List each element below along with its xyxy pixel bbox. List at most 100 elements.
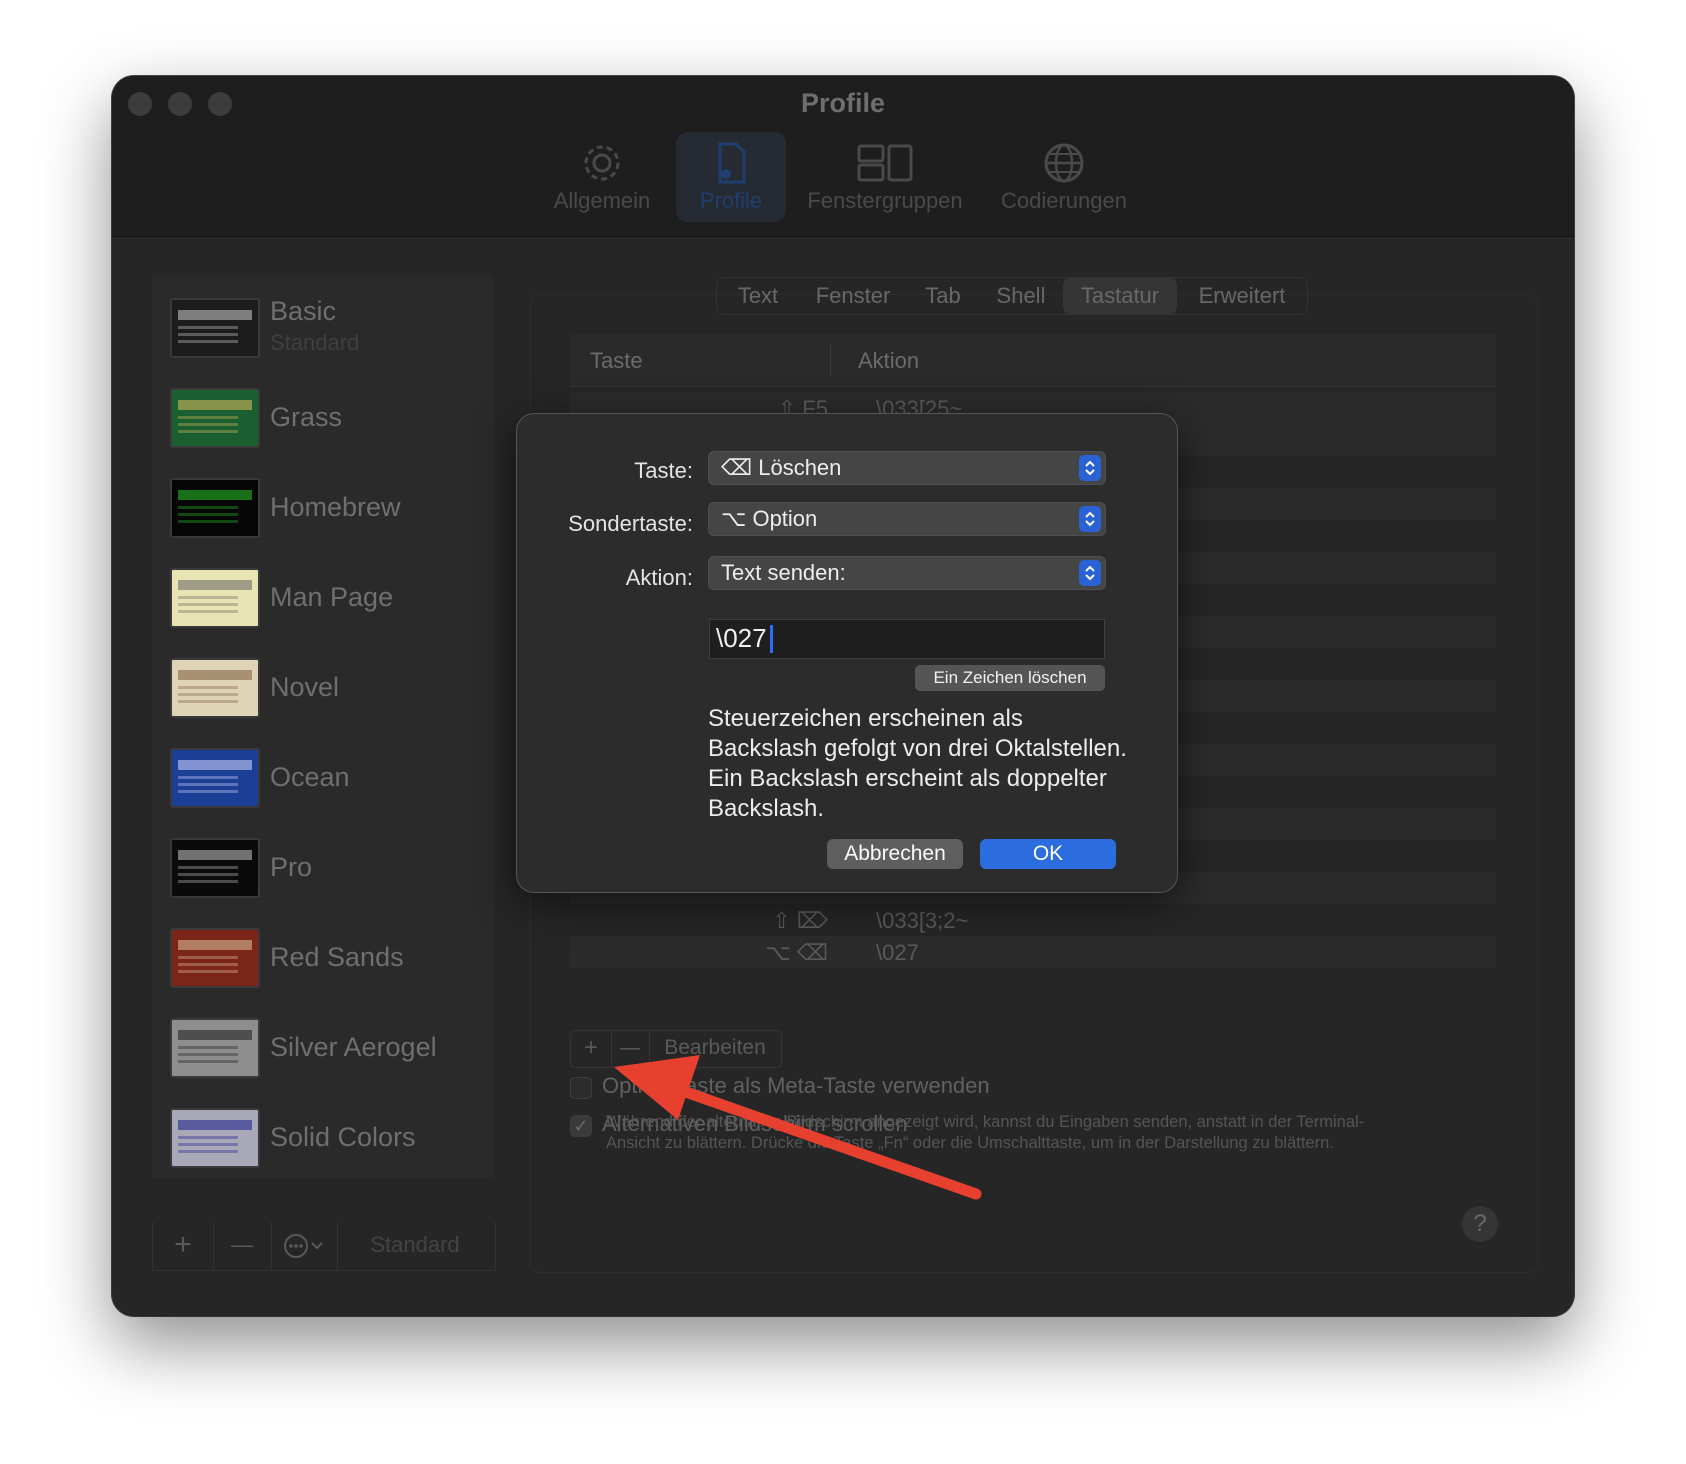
profile-thumbnail: [170, 928, 260, 988]
row-action: \033[3;2~: [876, 908, 969, 933]
profile-item[interactable]: Pro: [152, 822, 494, 912]
ellipsis-circle-icon: [284, 1234, 323, 1258]
cancel-button[interactable]: Abbrechen: [827, 839, 963, 869]
row-key: ⌥ ⌫: [765, 940, 828, 965]
toolbar-fenstergruppen[interactable]: Fenstergruppen: [800, 132, 970, 222]
meta-key-label: Option-Taste als Meta-Taste verwenden: [602, 1073, 990, 1098]
profile-item[interactable]: Ocean: [152, 732, 494, 822]
dialog-help-text: Steuerzeichen erscheinen als Backslash g…: [708, 705, 1127, 822]
profile-thumbnail: [170, 298, 260, 358]
text-caret: [770, 625, 773, 653]
tab-tab[interactable]: Tab: [907, 278, 979, 314]
profile-thumbnail: [170, 838, 260, 898]
profile-name: Ocean: [270, 762, 350, 792]
profile-name: Man Page: [270, 582, 394, 612]
profile-sidebar: Basic Standard Grass Homebrew Man Page Novel O…: [152, 276, 496, 1271]
toolbar-codierungen[interactable]: Codierungen: [984, 132, 1144, 222]
profile-thumbnail: [170, 748, 260, 808]
key-popup[interactable]: ⌫ Löschen: [708, 451, 1106, 485]
toolbar-profile[interactable]: Profile: [676, 132, 786, 222]
modifier-popup[interactable]: ⌥ Option: [708, 502, 1106, 536]
tab-fenster[interactable]: Fenster: [799, 278, 907, 314]
toolbar-label: Fenstergruppen: [807, 188, 963, 213]
window-title: Profile: [800, 88, 886, 118]
add-profile-button[interactable]: +: [153, 1222, 214, 1270]
more-actions-button[interactable]: [271, 1222, 338, 1270]
modifier-label: Sondertaste:: [568, 511, 693, 536]
profile-name: Basic: [270, 296, 337, 326]
profile-item[interactable]: Solid Colors: [152, 1092, 494, 1182]
set-default-button[interactable]: Standard: [337, 1222, 493, 1270]
window-groups-icon: [857, 144, 913, 182]
profile-name: Pro: [270, 852, 313, 882]
profile-thumbnail: [170, 1108, 260, 1168]
profile-item[interactable]: Man Page: [152, 552, 494, 642]
add-key-button[interactable]: +: [571, 1031, 612, 1067]
titlebar: Profile Allgemein Profile Fenstergruppen: [112, 76, 1574, 237]
profile-list: Basic Standard Grass Homebrew Man Page Novel O…: [152, 276, 494, 1178]
terminal-settings-window: Profile Allgemein Profile Fenstergruppen: [112, 76, 1574, 1316]
profile-thumbnail: [170, 568, 260, 628]
tab-text[interactable]: Text: [717, 278, 799, 314]
column-header-action[interactable]: Aktion: [858, 348, 919, 374]
toolbar-label: Codierungen: [1001, 188, 1127, 213]
column-header-key[interactable]: Taste: [590, 348, 643, 374]
toolbar-allgemein[interactable]: Allgemein: [552, 132, 652, 222]
chevron-updown-icon: [1079, 560, 1101, 586]
ok-button[interactable]: OK: [980, 839, 1116, 869]
key-popup-value: ⌫ Löschen: [721, 455, 842, 480]
chevron-updown-icon: [1079, 455, 1101, 481]
table-row-background: [570, 968, 1496, 1000]
profile-item[interactable]: Grass: [152, 372, 494, 462]
profile-name: Red Sands: [270, 942, 404, 972]
edit-key-dialog: Taste: ⌫ Löschen Sondertaste: ⌥ Option A…: [516, 413, 1178, 893]
tab-tastatur[interactable]: Tastatur: [1063, 278, 1177, 314]
edit-key-button[interactable]: Bearbeiten: [649, 1031, 781, 1067]
table-row[interactable]: ⇧ ⌦ \033[3;2~: [570, 904, 1496, 936]
profile-thumbnail: [170, 388, 260, 448]
key-edit-bar: + — Bearbeiten: [570, 1030, 782, 1068]
column-divider: [830, 344, 831, 376]
sidebar-bottom-bar: + — Standard: [152, 1222, 496, 1271]
action-label: Aktion:: [625, 565, 693, 590]
row-action: \027: [876, 940, 919, 965]
profile-item[interactable]: Red Sands: [152, 912, 494, 1002]
profile-thumbnail: [170, 658, 260, 718]
profile-name: Novel: [270, 672, 340, 702]
alt-screen-checkbox[interactable]: ✓: [570, 1115, 592, 1137]
tab-erweitert[interactable]: Erweitert: [1177, 278, 1307, 314]
action-popup-value: Text senden:: [721, 560, 846, 585]
profile-name: Silver Aerogel: [270, 1032, 437, 1062]
profile-subtitle: Standard: [270, 330, 360, 355]
profile-name: Homebrew: [270, 492, 401, 522]
toolbar-label: Allgemein: [553, 188, 651, 213]
profile-name: Grass: [270, 402, 343, 432]
globe-icon: [1044, 143, 1084, 183]
remove-key-button[interactable]: —: [611, 1031, 650, 1067]
meta-key-checkbox[interactable]: [570, 1077, 592, 1099]
settings-tabs: Text Fenster Tab Shell Tastatur Erweitert: [716, 277, 1308, 315]
profile-item[interactable]: Basic Standard: [152, 282, 494, 372]
modifier-popup-value: ⌥ Option: [721, 506, 818, 531]
tab-shell[interactable]: Shell: [979, 278, 1063, 314]
send-text-input[interactable]: \027: [709, 619, 1105, 659]
profile-item[interactable]: Homebrew: [152, 462, 494, 552]
row-key: ⇧ ⌦: [772, 908, 828, 933]
gear-icon: [584, 145, 620, 181]
toolbar-label: Profile: [699, 188, 763, 213]
profile-thumbnail: [170, 478, 260, 538]
profile-item[interactable]: Silver Aerogel: [152, 1002, 494, 1092]
action-popup[interactable]: Text senden:: [708, 556, 1106, 590]
key-label: Taste:: [634, 458, 693, 483]
profile-thumbnail: [170, 1018, 260, 1078]
remove-profile-button[interactable]: —: [213, 1222, 272, 1270]
table-header: Taste Aktion: [570, 334, 1496, 387]
table-row[interactable]: ⌥ ⌫ \027: [570, 936, 1496, 968]
delete-char-button[interactable]: Ein Zeichen löschen: [915, 665, 1105, 691]
alt-screen-description: Während der alternative Bildschirm angez…: [606, 1113, 1365, 1152]
profile-item[interactable]: Novel: [152, 642, 494, 732]
send-text-value: \027: [716, 623, 767, 653]
chevron-updown-icon: [1079, 506, 1101, 532]
help-button[interactable]: ?: [1462, 1206, 1498, 1242]
document-gear-icon: [718, 142, 746, 184]
